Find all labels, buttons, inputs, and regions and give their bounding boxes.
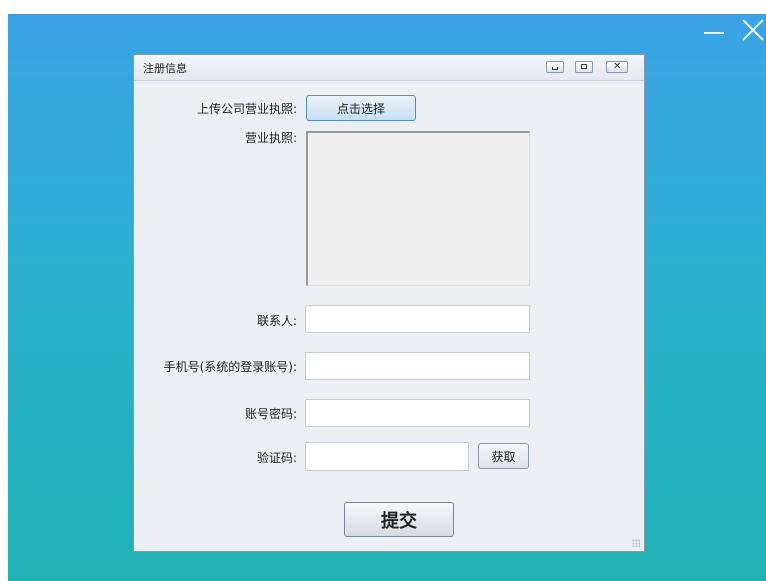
license-image-preview — [306, 131, 530, 286]
password-label-row: 账号密码: — [134, 405, 297, 423]
dialog-titlebar: 注册信息 ✕ — [134, 55, 644, 81]
phone-label-row: 手机号(系统的登录账号): — [134, 358, 297, 376]
dialog-close-button[interactable]: ✕ — [606, 61, 628, 73]
contact-label: 联系人: — [256, 314, 297, 328]
phone-input[interactable] — [305, 352, 530, 380]
password-input[interactable] — [305, 399, 530, 427]
upload-label-row: 上传公司营业执照: — [134, 100, 297, 118]
dialog-title: 注册信息 — [143, 62, 187, 75]
select-file-button[interactable]: 点击选择 — [306, 95, 416, 121]
contact-label-row: 联系人: — [134, 312, 297, 330]
minimize-icon — [704, 32, 724, 34]
dialog-minimize-button[interactable] — [546, 61, 564, 73]
app-close-button[interactable] — [740, 14, 766, 50]
verification-code-label: 验证码: — [256, 451, 297, 465]
phone-label: 手机号(系统的登录账号): — [163, 360, 297, 374]
upload-license-label: 上传公司营业执照: — [196, 102, 297, 116]
license-label: 营业执照: — [244, 131, 297, 145]
get-code-button[interactable]: 获取 — [478, 443, 529, 469]
verification-code-input[interactable] — [305, 442, 469, 471]
minimize-icon — [552, 67, 558, 70]
app-minimize-button[interactable] — [704, 14, 728, 50]
submit-button[interactable]: 提交 — [344, 502, 454, 537]
password-label: 账号密码: — [244, 407, 297, 421]
close-icon: ✕ — [613, 61, 622, 72]
resize-grip-icon[interactable] — [632, 539, 640, 547]
contact-input[interactable] — [305, 305, 530, 333]
maximize-icon — [581, 64, 587, 69]
close-icon — [742, 19, 764, 41]
registration-dialog: 注册信息 ✕ 上传公司营业执照: 点击选择 营业执照: 联系人: 手机号(系统的… — [133, 54, 645, 552]
dialog-maximize-button[interactable] — [575, 61, 593, 73]
license-label-row: 营业执照: — [134, 129, 297, 147]
code-label-row: 验证码: — [134, 449, 297, 467]
